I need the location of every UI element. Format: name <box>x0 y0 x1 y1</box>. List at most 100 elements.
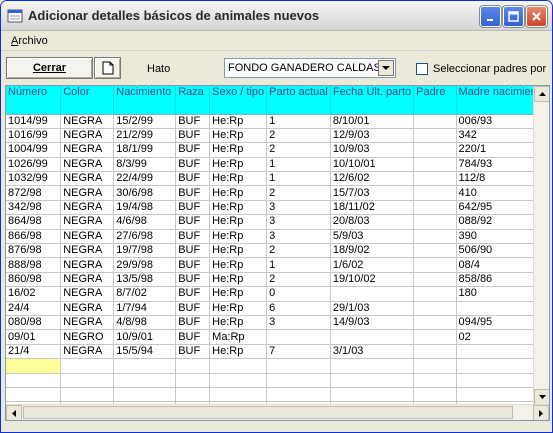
table-cell[interactable]: He:Rp <box>209 315 268 331</box>
table-cell[interactable]: 1 <box>266 171 331 187</box>
table-cell[interactable] <box>413 214 457 230</box>
table-cell[interactable]: 3 <box>266 200 331 216</box>
table-cell[interactable] <box>413 272 457 288</box>
table-cell[interactable]: He:Rp <box>209 142 268 158</box>
table-row[interactable]: 1016/99 NEGRA 21/2/99 BUF He:Rp 2 12/9/03 342 <box>6 128 549 144</box>
table-cell[interactable] <box>330 329 415 345</box>
table-row-empty[interactable] <box>6 373 549 388</box>
table-cell[interactable] <box>413 387 457 403</box>
table-cell[interactable]: 2 <box>266 272 331 288</box>
table-cell[interactable]: BUF <box>175 214 211 230</box>
table-cell[interactable] <box>413 171 457 187</box>
table-cell[interactable] <box>60 358 115 374</box>
table-cell[interactable] <box>175 358 211 374</box>
vertical-scrollbar[interactable] <box>533 86 549 405</box>
header-nacimiento[interactable]: Nacimiento <box>113 86 177 115</box>
table-cell[interactable]: 19/10/02 <box>330 272 415 288</box>
menu-archivo[interactable]: Archivo <box>11 35 48 47</box>
table-cell[interactable]: 15/7/03 <box>330 185 415 201</box>
table-row[interactable]: 09/01 NEGRO 10/9/01 BUF Ma:Rp 02 <box>6 329 549 345</box>
table-cell[interactable] <box>113 387 177 403</box>
table-cell[interactable]: 1004/99 <box>6 142 62 158</box>
table-cell[interactable]: 18/1/99 <box>113 142 177 158</box>
table-cell[interactable]: 1 <box>266 114 331 129</box>
table-cell[interactable]: BUF <box>175 301 211 316</box>
scroll-left-button[interactable] <box>6 405 22 420</box>
table-cell[interactable]: BUF <box>175 200 211 216</box>
table-cell[interactable] <box>413 344 457 360</box>
table-cell[interactable]: 1/6/02 <box>330 257 415 273</box>
table-cell[interactable]: 21/4 <box>6 344 62 360</box>
table-cell[interactable] <box>413 157 457 173</box>
table-cell[interactable]: 0 <box>266 286 331 302</box>
cerrar-button[interactable]: Cerrar <box>6 57 93 79</box>
table-cell[interactable]: 3 <box>266 214 331 230</box>
table-cell[interactable] <box>113 373 177 388</box>
table-cell[interactable] <box>60 373 115 388</box>
table-cell[interactable] <box>6 358 62 374</box>
table-cell[interactable]: NEGRA <box>60 257 115 273</box>
table-cell[interactable]: 13/5/98 <box>113 272 177 288</box>
table-cell[interactable]: 3/1/03 <box>330 344 415 360</box>
hato-dropdown-button[interactable] <box>378 60 394 76</box>
table-cell[interactable]: 872/98 <box>6 185 62 201</box>
table-cell[interactable]: BUF <box>175 185 211 201</box>
table-cell[interactable]: NEGRA <box>60 185 115 201</box>
table-cell[interactable]: 16/02 <box>6 286 62 302</box>
table-cell[interactable]: NEGRO <box>60 329 115 345</box>
table-cell[interactable] <box>413 142 457 158</box>
table-cell[interactable]: 09/01 <box>6 329 62 345</box>
table-cell[interactable] <box>266 358 331 374</box>
table-cell[interactable]: BUF <box>175 286 211 302</box>
table-cell[interactable]: 6 <box>266 301 331 316</box>
table-row[interactable]: 864/98 NEGRA 4/6/98 BUF He:Rp 3 20/8/03 088/92 <box>6 214 549 230</box>
table-cell[interactable]: 3 <box>266 315 331 331</box>
table-row[interactable]: 1032/99 NEGRA 22/4/99 BUF He:Rp 1 12/6/02 112/8 <box>6 171 549 187</box>
table-cell[interactable]: NEGRA <box>60 243 115 259</box>
table-cell[interactable] <box>330 286 415 302</box>
header-parto-actual[interactable]: Parto actual <box>266 86 331 115</box>
header-padre[interactable]: Padre <box>413 86 457 115</box>
table-cell[interactable]: He:Rp <box>209 229 268 245</box>
table-cell[interactable]: 10/10/01 <box>330 157 415 173</box>
table-row[interactable]: 24/4 NEGRA 1/7/94 BUF He:Rp 6 29/1/03 <box>6 301 549 316</box>
table-cell[interactable]: 864/98 <box>6 214 62 230</box>
table-row[interactable]: 1026/99 NEGRA 8/3/99 BUF He:Rp 1 10/10/01 784/9… <box>6 157 549 173</box>
table-cell[interactable]: BUF <box>175 272 211 288</box>
table-cell[interactable] <box>209 387 268 403</box>
table-cell[interactable]: 18/9/02 <box>330 243 415 259</box>
table-cell[interactable]: 860/98 <box>6 272 62 288</box>
table-cell[interactable]: NEGRA <box>60 114 115 129</box>
table-cell[interactable]: 27/6/98 <box>113 229 177 245</box>
table-cell[interactable]: 4/8/98 <box>113 315 177 331</box>
table-cell[interactable]: 20/8/03 <box>330 214 415 230</box>
table-cell[interactable] <box>175 373 211 388</box>
table-cell[interactable]: BUF <box>175 171 211 187</box>
table-cell[interactable]: He:Rp <box>209 344 268 360</box>
table-cell[interactable] <box>413 114 457 129</box>
table-cell[interactable]: He:Rp <box>209 200 268 216</box>
table-cell[interactable]: BUF <box>175 128 211 144</box>
table-cell[interactable]: BUF <box>175 243 211 259</box>
table-row[interactable]: 1004/99 NEGRA 18/1/99 BUF He:Rp 2 10/9/03 220/1 <box>6 142 549 158</box>
table-cell[interactable] <box>209 373 268 388</box>
table-cell[interactable]: 7 <box>266 344 331 360</box>
table-cell[interactable]: 342/98 <box>6 200 62 216</box>
table-cell[interactable]: 15/5/94 <box>113 344 177 360</box>
table-cell[interactable] <box>413 229 457 245</box>
table-cell[interactable]: BUF <box>175 344 211 360</box>
table-cell[interactable] <box>413 315 457 331</box>
table-cell[interactable]: 2 <box>266 243 331 259</box>
table-cell[interactable]: 3 <box>266 229 331 245</box>
table-cell[interactable]: 10/9/03 <box>330 142 415 158</box>
close-button[interactable] <box>525 5 548 28</box>
horizontal-scroll-thumb[interactable] <box>23 406 513 419</box>
table-cell[interactable]: 19/4/98 <box>113 200 177 216</box>
table-cell[interactable]: 866/98 <box>6 229 62 245</box>
table-cell[interactable]: BUF <box>175 329 211 345</box>
table-cell[interactable]: He:Rp <box>209 243 268 259</box>
table-cell[interactable]: 1/7/94 <box>113 301 177 316</box>
table-cell[interactable]: 21/2/99 <box>113 128 177 144</box>
table-cell[interactable]: NEGRA <box>60 229 115 245</box>
table-cell[interactable] <box>266 373 331 388</box>
